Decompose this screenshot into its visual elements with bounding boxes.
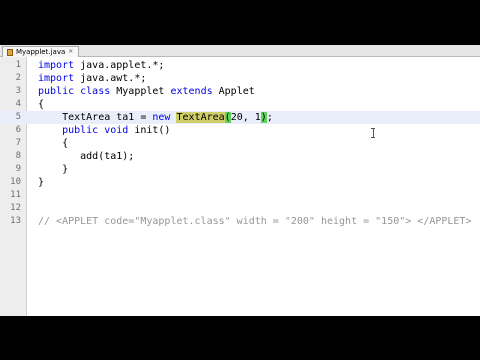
line-number: 2: [15, 73, 21, 83]
occurrence-highlight: TextArea: [176, 112, 225, 123]
ide-window: Myapplet.java ✕ 1 import java.applet.*; …: [0, 45, 480, 316]
line-number: 10: [10, 177, 21, 187]
code-text: {: [38, 99, 45, 110]
code-line-4: 4 {: [0, 98, 480, 111]
code-line-10: 10 }: [0, 176, 480, 189]
code-text: import java.applet.*;: [38, 60, 165, 71]
line-number: 5: [15, 112, 21, 122]
code-line-6: 6 public void init(): [0, 124, 480, 137]
code-text: TextArea ta1 = new TextArea(20, 1);: [38, 112, 273, 123]
line-number: 1: [15, 60, 21, 70]
line-number: 7: [15, 138, 21, 148]
watermark: www.geekyshows.com: [295, 288, 464, 303]
code-editor[interactable]: 1 import java.applet.*; 2 import java.aw…: [0, 57, 480, 316]
code-text: }: [38, 177, 45, 188]
tab-label: Myapplet.java: [16, 48, 66, 56]
code-text: {: [38, 138, 69, 149]
comment-text: // <APPLET code="Myapplet.class" width =…: [38, 216, 472, 227]
code-text: import java.awt.*;: [38, 73, 147, 84]
line-number: 9: [15, 164, 21, 174]
code-line-7: 7 {: [0, 137, 480, 150]
line-number: 8: [15, 151, 21, 161]
line-number: 11: [10, 190, 21, 200]
code-line-13: 13 // <APPLET code="Myapplet.class" widt…: [0, 215, 480, 228]
code-line-3: 3 public class Myapplet extends Applet: [0, 85, 480, 98]
code-text: add(ta1);: [38, 151, 135, 162]
code-line-1: 1 import java.applet.*;: [0, 59, 480, 72]
java-file-icon: [7, 48, 13, 56]
close-icon[interactable]: ✕: [68, 49, 73, 55]
line-number: 12: [10, 203, 21, 213]
line-number: 6: [15, 125, 21, 135]
code-text: public void init(): [38, 125, 171, 136]
code-line-5-current: 5 TextArea ta1 = new TextArea(20, 1);: [0, 111, 480, 124]
mouse-ibeam-cursor-icon: [371, 128, 375, 138]
code-line-2: 2 import java.awt.*;: [0, 72, 480, 85]
editor-tab-bar: Myapplet.java ✕: [0, 45, 480, 57]
line-number: 3: [15, 86, 21, 96]
line-number: 13: [10, 216, 21, 226]
code-line-8: 8 add(ta1);: [0, 150, 480, 163]
code-line-12: 12: [0, 202, 480, 215]
code-text: public class Myapplet extends Applet: [38, 86, 255, 97]
line-number: 4: [15, 99, 21, 109]
code-text: }: [38, 164, 69, 175]
code-line-9: 9 }: [0, 163, 480, 176]
tab-myapplet-java[interactable]: Myapplet.java ✕: [2, 46, 80, 57]
code-line-11: 11: [0, 189, 480, 202]
